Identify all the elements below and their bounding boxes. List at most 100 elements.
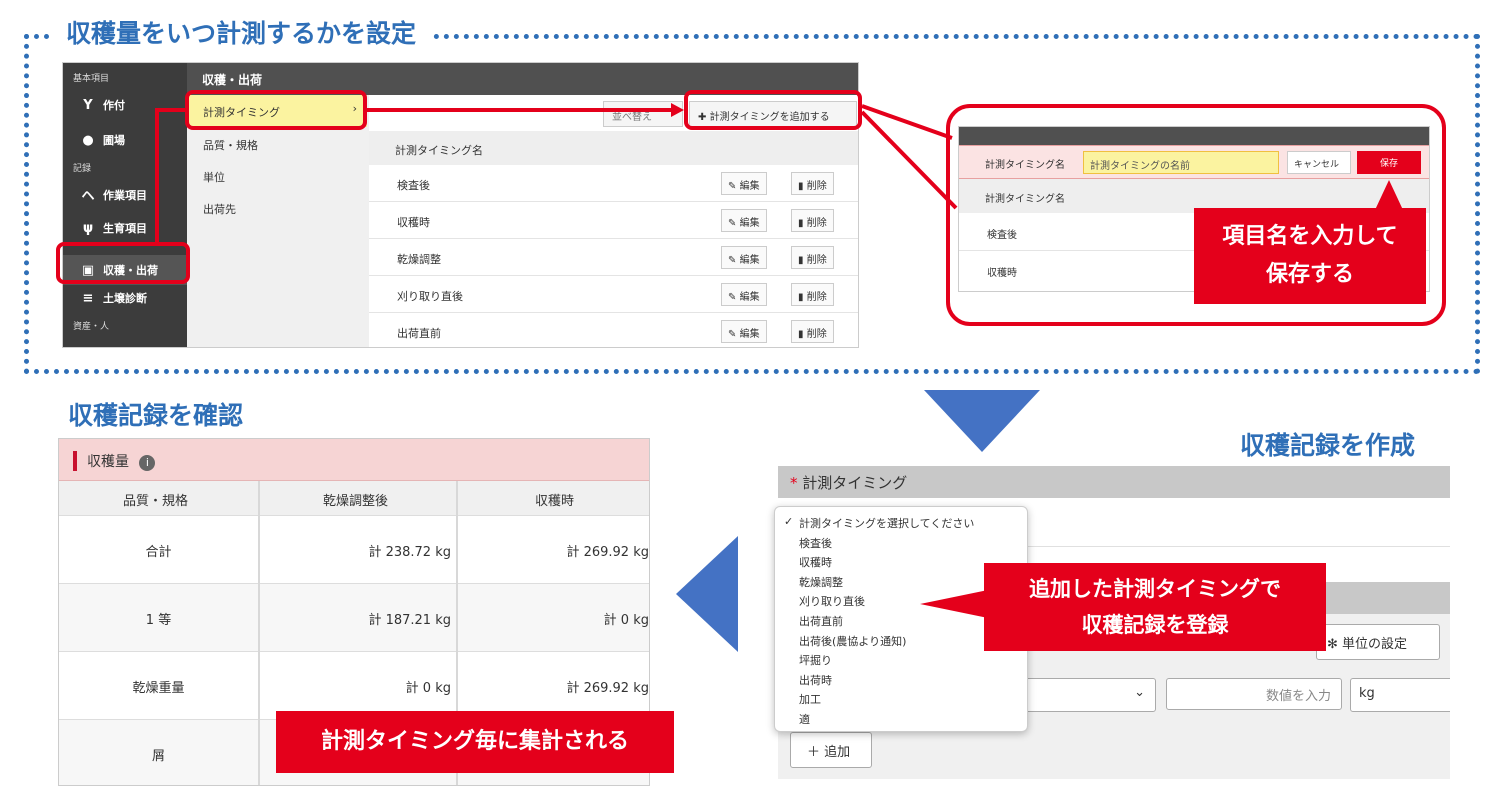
table-row: 検査後 ✎ 編集 ▮ 削除 [369, 165, 858, 202]
sidebar-item-label: 圃場 [103, 134, 125, 147]
dropdown-option[interactable]: 乾燥調整 [799, 574, 843, 590]
pencil-icon: ✎ [728, 181, 737, 192]
option-label: 出荷後(農協より通知) [799, 634, 907, 648]
pencil-icon: ✎ [728, 255, 737, 266]
delete-label: 削除 [806, 292, 827, 303]
sidebar: 基本項目 Y 作付 ● 圃場 記録 ヘ 作業項目 ψ 生育項目 ▣ 収穫・出荷 … [63, 63, 187, 347]
table-row: 刈り取り直後 ✎ 編集 ▮ 削除 [369, 276, 858, 313]
timing-name-input[interactable]: 計測タイミングの名前 [1083, 151, 1279, 174]
edit-button[interactable]: ✎ 編集 [721, 246, 767, 269]
submenu-item-quality[interactable]: 品質・規格 [203, 137, 258, 153]
option-label: 計測タイミングを選択してください [799, 517, 975, 530]
table-header-row: 品質・規格 乾燥調整後 収穫時 [59, 481, 649, 515]
submenu-item-destination[interactable]: 出荷先 [203, 201, 236, 217]
add-button[interactable]: ＋ 追加 [790, 732, 872, 768]
column-divider [258, 481, 260, 785]
dropdown-option[interactable]: 出荷直前 [799, 613, 843, 629]
delete-button[interactable]: ▮ 削除 [791, 320, 834, 343]
delete-button[interactable]: ▮ 削除 [791, 172, 834, 195]
row-value-at-harvest: 計 269.92 kg [566, 681, 649, 696]
sidebar-item-soil[interactable]: ≡ 土壌診断 [81, 290, 147, 306]
row-value-after-drying: 計 0 kg [405, 681, 451, 696]
highlight-add-button [684, 90, 862, 130]
delete-label: 削除 [806, 329, 827, 340]
zoom-connector [860, 104, 958, 210]
map-pin-icon: ● [82, 132, 94, 148]
row-name: 乾燥重量 [132, 681, 185, 696]
save-button[interactable]: 保存 [1357, 151, 1421, 174]
row-value-at-harvest: 計 269.92 kg [566, 545, 649, 560]
highlight-sidebar-harvest [56, 242, 190, 284]
dropdown-option[interactable]: 検査後 [799, 535, 832, 551]
sprout-icon: Y [83, 97, 93, 113]
connector-line [155, 108, 187, 112]
sidebar-item-crop[interactable]: Y 作付 [81, 97, 125, 113]
dropdown-option[interactable]: 収穫時 [799, 554, 832, 570]
table-row: 合計 計 238.72 kg 計 269.92 kg [59, 515, 649, 583]
timing-field-label: 計測タイミング [802, 474, 908, 492]
quantity-input[interactable]: 数値を入力 [1166, 678, 1342, 710]
trash-icon: ▮ [798, 218, 804, 229]
row-value-at-harvest: 計 0 kg [603, 613, 649, 628]
new-timing-row: 計測タイミング名 計測タイミングの名前 キャンセル 保存 [959, 145, 1429, 179]
flow-arrow-down [924, 390, 1040, 452]
trash-icon: ▮ [798, 329, 804, 340]
highlight-submenu [185, 90, 367, 130]
timing-name: 出荷直前 [397, 327, 441, 340]
sidebar-group-basic: 基本項目 [73, 74, 110, 84]
option-label: 収穫時 [799, 556, 832, 570]
callout-aggregated: 計測タイミング毎に集計される [276, 711, 674, 773]
callout-pointer [920, 590, 988, 618]
option-label: 出荷直前 [799, 615, 843, 628]
delete-button[interactable]: ▮ 削除 [791, 283, 834, 306]
unit-field[interactable]: kg [1350, 678, 1450, 712]
sidebar-item-growth[interactable]: ψ 生育項目 [81, 220, 147, 236]
section-settings-title-wrap: 収穫量をいつ計測するかを設定 [50, 14, 433, 50]
cancel-button[interactable]: キャンセル [1287, 151, 1351, 174]
row-name: 1 等 [145, 613, 172, 628]
gear-icon: ✻ [1327, 637, 1338, 652]
quality-select[interactable]: ⌄ [1018, 678, 1156, 712]
delete-button[interactable]: ▮ 削除 [791, 246, 834, 269]
callout-enter-save: 項目名を入力して 保存する [1194, 208, 1426, 304]
sidebar-item-label: 作付 [103, 99, 125, 112]
edit-button[interactable]: ✎ 編集 [721, 172, 767, 195]
dropdown-option[interactable]: 坪掘り [799, 652, 832, 668]
header-at-harvest: 収穫時 [535, 494, 575, 509]
column-header: 計測タイミング名 [369, 131, 858, 165]
edit-label: 編集 [739, 329, 760, 340]
option-label: 乾燥調整 [799, 575, 843, 589]
sidebar-item-field[interactable]: ● 圃場 [81, 132, 125, 148]
sidebar-group-assets: 資産・人 [73, 322, 110, 332]
row-value-after-drying: 計 238.72 kg [368, 545, 451, 560]
edit-button[interactable]: ✎ 編集 [721, 209, 767, 232]
table-title-bar: 収穫量 i [59, 439, 649, 481]
timing-name: 刈り取り直後 [397, 290, 463, 303]
delete-button[interactable]: ▮ 削除 [791, 209, 834, 232]
edit-button[interactable]: ✎ 編集 [721, 320, 767, 343]
delete-label: 削除 [806, 218, 827, 229]
dropdown-option[interactable]: 出荷時 [799, 672, 832, 688]
edit-button[interactable]: ✎ 編集 [721, 283, 767, 306]
header-after-drying: 乾燥調整後 [323, 494, 389, 509]
unit-settings-button[interactable]: ✻ 単位の設定 [1316, 624, 1440, 660]
table-title: 収穫量 [87, 454, 129, 470]
timing-list: 並べ替え ✚ 計測タイミングを追加する 計測タイミング名 検査後 ✎ 編集 ▮ 削除… [369, 95, 858, 347]
dropdown-option-selected[interactable]: ✓ 計測タイミングを選択してください [784, 515, 975, 531]
edit-label: 編集 [739, 255, 760, 266]
add-button-label: 追加 [824, 745, 851, 760]
table-row: 乾燥重量 計 0 kg 計 269.92 kg [59, 651, 649, 719]
submenu-item-unit[interactable]: 単位 [203, 169, 225, 185]
dropdown-option[interactable]: 適 [799, 711, 810, 727]
dropdown-option[interactable]: 出荷後(農協より通知) [799, 633, 906, 649]
connector-line [155, 108, 159, 244]
trash-icon: ▮ [798, 255, 804, 266]
option-label: 刈り取り直後 [799, 595, 865, 609]
sidebar-group-records: 記録 [73, 164, 92, 174]
sidebar-item-work[interactable]: ヘ 作業項目 [81, 185, 147, 205]
dropdown-option[interactable]: 加工 [799, 691, 821, 707]
callout-line: 収穫記録を登録 [1081, 613, 1229, 637]
callout-pointer [1375, 180, 1403, 210]
dropdown-option[interactable]: 刈り取り直後 [799, 593, 865, 609]
info-icon[interactable]: i [139, 455, 156, 471]
